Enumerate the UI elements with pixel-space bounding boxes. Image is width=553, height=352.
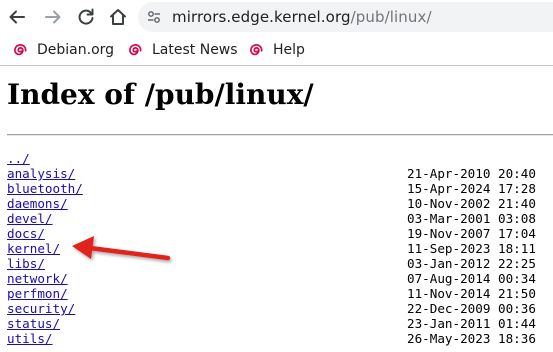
debian-swirl-icon [129,44,142,56]
dir-link-network[interactable]: network/ [7,271,68,286]
list-item: network/07-Aug-2014 00:34 [0,271,553,286]
modified-date: 03-Jan-2012 22:25 [407,256,536,271]
url-host: mirrors.edge.kernel.org [172,8,351,26]
list-item: utils/26-May-2023 18:36 [0,331,553,346]
reload-button[interactable] [74,5,98,29]
forward-arrow-icon [45,10,61,24]
list-item: ../ [0,151,553,166]
page-title: Index of /pub/linux/ [7,78,314,111]
bookmark-label: Latest News [152,42,238,58]
modified-date: 03-Mar-2001 03:08 [407,211,536,226]
modified-date: 10-Nov-2002 21:40 [407,196,536,211]
dir-link-daemons[interactable]: daemons/ [7,196,68,211]
list-item: analysis/21-Apr-2010 20:40 [0,166,553,181]
list-item: docs/19-Nov-2007 17:04 [0,226,553,241]
horizontal-rule [7,134,553,136]
site-info-icon[interactable] [147,10,161,24]
dir-link-security[interactable]: security/ [7,301,75,316]
dir-link-utils[interactable]: utils/ [7,331,53,346]
modified-date: 11-Sep-2023 18:11 [407,241,536,256]
list-item: perfmon/11-Nov-2014 21:50 [0,286,553,301]
list-item: security/22-Dec-2009 00:36 [0,301,553,316]
list-item: kernel/11-Sep-2023 18:11 [0,241,553,256]
dir-link-kernel[interactable]: kernel/ [7,241,60,256]
list-item: status/23-Jan-2011 01:44 [0,316,553,331]
bookmark-label: Debian.org [37,42,115,58]
modified-date: 11-Nov-2014 21:50 [407,286,536,301]
url-path: /pub/linux/ [350,8,432,26]
address-bar[interactable]: mirrors.edge.kernel.org/pub/linux/ [138,2,553,32]
dir-link-devel[interactable]: devel/ [7,211,53,226]
list-item: bluetooth/15-Apr-2024 17:28 [0,181,553,196]
browser-toolbar: mirrors.edge.kernel.org/pub/linux/ [0,0,553,34]
dir-link-parent[interactable]: ../ [7,151,30,166]
modified-date: 07-Aug-2014 00:34 [407,271,536,286]
modified-date: 21-Apr-2010 20:40 [407,166,536,181]
dir-link-libs[interactable]: libs/ [7,256,45,271]
dir-link-perfmon[interactable]: perfmon/ [7,286,68,301]
page-content: Index of /pub/linux/ ../ analysis/21-Apr… [0,67,553,352]
list-item: daemons/10-Nov-2002 21:40 [0,196,553,211]
forward-button[interactable] [41,5,65,29]
dir-link-status[interactable]: status/ [7,316,60,331]
bookmarks-bar: Debian.org Latest News Help [0,34,553,66]
bookmark-latest-news[interactable]: Latest News [127,41,238,59]
bookmark-label: Help [273,42,305,58]
modified-date: 26-May-2023 18:36 [407,331,536,346]
modified-date: 23-Jan-2011 01:44 [407,316,536,331]
dir-link-docs[interactable]: docs/ [7,226,45,241]
back-button[interactable] [5,5,29,29]
url-text: mirrors.edge.kernel.org/pub/linux/ [172,8,432,26]
directory-listing: ../ analysis/21-Apr-2010 20:40 bluetooth… [0,151,553,346]
back-arrow-icon [9,10,25,24]
debian-swirl-icon [250,44,263,56]
list-item: libs/03-Jan-2012 22:25 [0,256,553,271]
dir-link-bluetooth[interactable]: bluetooth/ [7,181,83,196]
home-button[interactable] [106,5,130,29]
bookmark-help[interactable]: Help [248,41,305,59]
reload-icon [78,8,94,25]
modified-date: 19-Nov-2007 17:04 [407,226,536,241]
bookmark-debian-org[interactable]: Debian.org [12,41,114,59]
modified-date: 15-Apr-2024 17:28 [407,181,536,196]
dir-link-analysis[interactable]: analysis/ [7,166,75,181]
home-icon [110,9,126,25]
modified-date: 22-Dec-2009 00:36 [407,301,536,316]
list-item: devel/03-Mar-2001 03:08 [0,211,553,226]
debian-swirl-icon [14,44,27,56]
